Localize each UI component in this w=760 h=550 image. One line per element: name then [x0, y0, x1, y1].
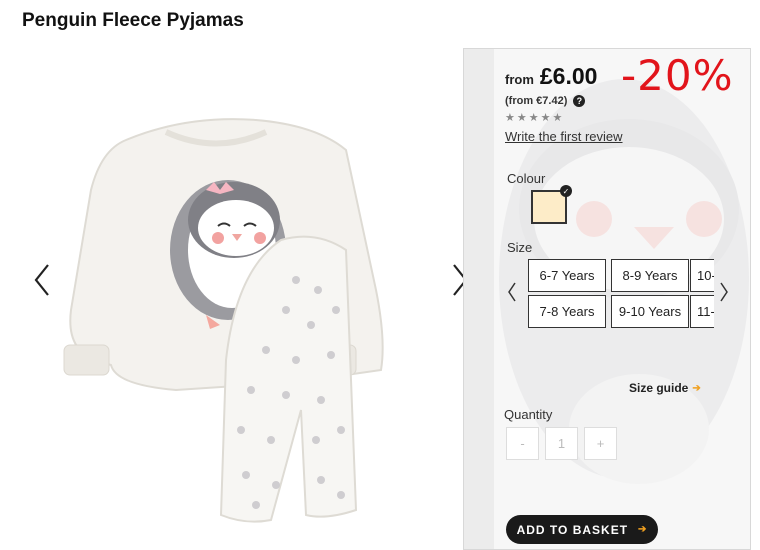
size-options: 6-7 Years 8-9 Years 10- 7-8 Years 9-10 Y…	[528, 259, 714, 331]
discount-badge: -20%	[621, 51, 734, 100]
size-guide-label: Size guide	[629, 381, 689, 395]
arrow-right-icon: ➔	[692, 382, 701, 394]
gallery-prev-button[interactable]	[30, 260, 54, 300]
size-option[interactable]: 9-10 Years	[611, 295, 689, 328]
rating-stars: ★★★★★	[505, 112, 565, 124]
size-option[interactable]: 7-8 Years	[528, 295, 606, 328]
colour-label: Colour	[507, 171, 546, 186]
quantity-value[interactable]: 1	[545, 427, 578, 460]
price-row: from £6.00	[505, 63, 597, 90]
size-option[interactable]: 11-	[690, 295, 714, 328]
size-option[interactable]: 10-	[690, 259, 714, 292]
question-icon[interactable]: ?	[573, 95, 586, 107]
quantity-stepper: - 1 +	[506, 427, 617, 460]
size-option[interactable]: 6-7 Years	[528, 259, 606, 292]
chevron-left-icon	[34, 264, 49, 296]
add-to-basket-label: ADD TO BASKET	[516, 522, 629, 537]
price-from-label: from	[505, 72, 534, 87]
chevron-right-icon	[720, 282, 728, 302]
size-label: Size	[507, 240, 533, 255]
purchase-panel: from £6.00 -20% (from €7.42) ? ★★★★★ Wri…	[463, 48, 751, 550]
price-euro: (from €7.42)	[505, 95, 568, 107]
price-value: £6.00	[539, 63, 598, 89]
size-next-button[interactable]	[717, 279, 731, 305]
product-gallery	[0, 48, 480, 550]
write-review-link[interactable]: Write the first review	[505, 129, 623, 144]
size-guide-link[interactable]: Size guide ➔	[629, 381, 701, 395]
price-euro-row: (from €7.42) ?	[505, 95, 586, 107]
colour-swatch[interactable]: ✓	[531, 185, 572, 224]
size-prev-button[interactable]	[505, 279, 519, 305]
quantity-minus-button[interactable]: -	[506, 427, 539, 460]
page-title: Penguin Fleece Pyjamas	[22, 10, 244, 31]
check-icon: ✓	[560, 185, 572, 197]
size-option[interactable]: 8-9 Years	[611, 259, 689, 292]
add-to-basket-button[interactable]: ADD TO BASKET ➔	[506, 515, 658, 544]
quantity-label: Quantity	[504, 407, 553, 422]
arrow-right-icon: ➔	[638, 524, 648, 535]
chevron-left-icon	[508, 282, 516, 302]
product-image	[63, 118, 384, 523]
quantity-plus-button[interactable]: +	[584, 427, 617, 460]
